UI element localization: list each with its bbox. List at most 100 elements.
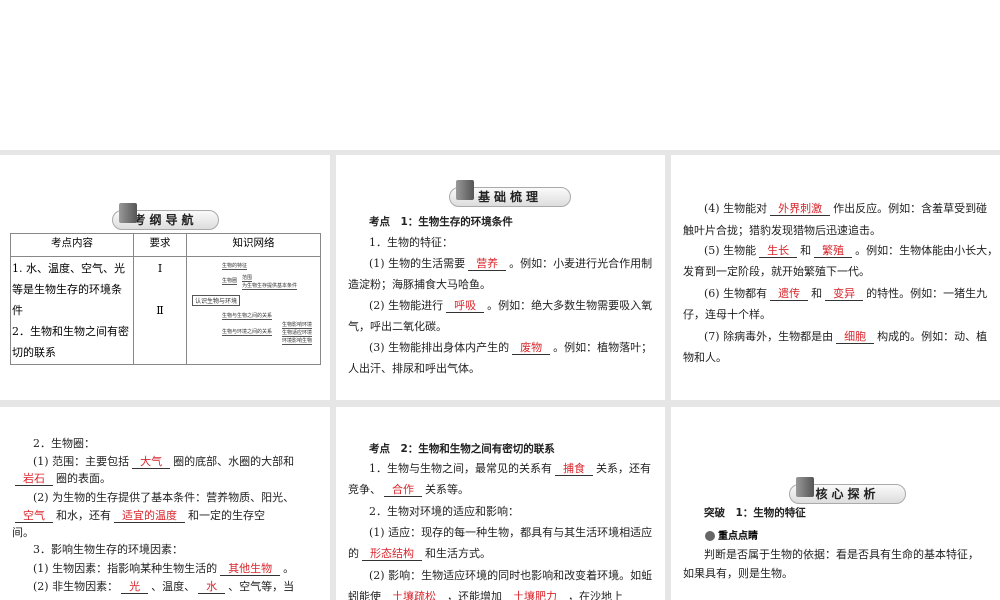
text-segment: 和 bbox=[800, 244, 812, 257]
text-segment: 的特性。例如：一猪生九 bbox=[866, 287, 988, 300]
text-segment: (6) 生物都有 bbox=[704, 287, 768, 300]
answer-blank: 废物 bbox=[512, 342, 551, 355]
text-line: 仔，连母十个样。 bbox=[683, 308, 771, 322]
text-line: 考点 1：生物生存的环境条件 bbox=[369, 215, 513, 229]
text-segment: 触叶片合拢；猎豹发现猎物后迅速追击。 bbox=[683, 224, 881, 237]
text-segment: 突破 1：生物的特征 bbox=[704, 507, 806, 519]
text-segment: 关系等。 bbox=[425, 483, 469, 496]
text-line: 1．生物的特征： bbox=[369, 236, 453, 250]
answer-blank: 光 bbox=[121, 581, 149, 594]
mm-node: 范围 bbox=[242, 275, 253, 282]
banner-core: 核心探析 bbox=[789, 477, 906, 504]
text-line: 气，呼出二氧化碳。 bbox=[348, 320, 447, 334]
answer-blank: 空气 bbox=[15, 510, 53, 523]
level-1: Ⅰ bbox=[157, 262, 163, 275]
tag-label: 重点点睛 bbox=[718, 531, 758, 542]
answer-blank: 土壤疏松 bbox=[384, 591, 444, 600]
banner-title: 核心探析 bbox=[815, 487, 880, 501]
text-segment: (1) 适应：现存的每一种生物，都具有与其生活环境相适应 bbox=[369, 526, 653, 539]
text-line: (1) 生物的生活需要 营养 。例如：小麦进行光合作用制 bbox=[369, 257, 652, 271]
text-segment: 竞争、 bbox=[348, 483, 381, 496]
banner-title: 基础梳理 bbox=[477, 190, 542, 204]
answer-blank: 捕食 bbox=[555, 463, 593, 476]
text-line: 造淀粉；海豚捕食大马哈鱼。 bbox=[348, 278, 491, 292]
text-line: (1) 生物因素：指影响某种生物生活的 其他生物。 bbox=[33, 562, 294, 576]
text-line: 如果具有，则是生物。 bbox=[683, 567, 793, 581]
outline-table: 考点内容 要求 知识网络 1. 水、温度、空气、光等是生物生存的环境条件 2．生物和生… bbox=[10, 233, 321, 365]
text-line: (2) 为生物的生存提供了基本条件：营养物质、阳光、 bbox=[33, 491, 294, 505]
text-segment: 。例如：绝大多数生物需要吸入氧 bbox=[487, 299, 653, 312]
th-level: 要求 bbox=[133, 233, 187, 257]
text-line: (6) 生物都有 遗传和变异 的特性。例如：一猪生九 bbox=[704, 287, 987, 301]
answer-blank: 适宜的温度 bbox=[114, 510, 185, 523]
th-network: 知识网络 bbox=[186, 233, 321, 257]
text-line: (2) 生物能进行 呼吸 。例如：绝大多数生物需要吸入氧 bbox=[369, 299, 652, 313]
text-line: 2．生物对环境的适应和影响： bbox=[369, 505, 519, 519]
text-segment: 2．生物圈： bbox=[33, 437, 95, 450]
text-segment: 造淀粉；海豚捕食大马哈鱼。 bbox=[348, 278, 491, 291]
text-segment: 圈的表面。 bbox=[56, 472, 111, 485]
panel-outline: 考纲导航 考点内容 要求 知识网络 1. 水、温度、空气、光等是生物生存的环境条件 2… bbox=[0, 155, 330, 400]
panel-basics-3: 2．生物圈： (1) 范围：主要包括 大气 圈的底部、水圈的大部和岩石 圈的表面。 (2)… bbox=[0, 407, 330, 600]
mm-root: 认识生物与环境 bbox=[192, 295, 241, 306]
text-line: (1) 范围：主要包括 大气 圈的底部、水圈的大部和 bbox=[33, 455, 294, 469]
panel-basics-2: (4) 生物能对 外界刺激 作出反应。例如：含羞草受到碰触叶片合拢；猎豹发现猎物后迅… bbox=[671, 155, 1000, 400]
text-segment: 气，呼出二氧化碳。 bbox=[348, 320, 447, 333]
mm-node: 生物圈 bbox=[222, 278, 238, 285]
text-segment: 和水，还有 bbox=[56, 509, 111, 522]
text-line: 2．生物圈： bbox=[33, 437, 95, 451]
text-segment: 考点 2：生物和生物之间有密切的联系 bbox=[369, 443, 555, 455]
text-line: 蚓能使 土壤疏松 ，还能增加 土壤肥力 ，在沙地上 bbox=[348, 590, 623, 600]
text-segment: 1．生物的特征： bbox=[369, 236, 453, 249]
text-line: (2) 非生物因素：光、温度、水、空气等，当 bbox=[33, 580, 294, 594]
text-line: (3) 生物能排出身体内产生的 废物 。例如：植物落叶； bbox=[369, 341, 652, 355]
text-segment: 作出反应。例如：含羞草受到碰 bbox=[833, 202, 988, 215]
th-content: 考点内容 bbox=[10, 233, 134, 257]
text-segment: 2．生物对环境的适应和影响： bbox=[369, 505, 519, 518]
text-segment: 。 bbox=[283, 562, 295, 575]
text-segment: 关系，还有 bbox=[596, 462, 651, 475]
content-1: 1. 水、温度、空气、光等是生物生存的环境条件 bbox=[12, 262, 125, 317]
text-segment: (5) 生物能 bbox=[704, 244, 757, 257]
text-segment: 判断是否属于生物的依据：看是否具有生命的基本特征， bbox=[704, 548, 979, 561]
text-segment: 3．影响生物生存的环境因素： bbox=[33, 543, 183, 556]
text-segment: (7) 除病毒外，生物都是由 bbox=[704, 330, 834, 343]
text-segment: 物和人。 bbox=[683, 351, 727, 364]
answer-blank: 合作 bbox=[384, 484, 422, 497]
answer-blank: 细胞 bbox=[836, 331, 875, 344]
text-segment: 和一定的生存空 bbox=[188, 509, 265, 522]
text-segment: 的 bbox=[348, 547, 359, 560]
mind-map: 认识生物与环境 生物的特征 生物圈 范围 为生物生存提供基本条件 生物与生物之间… bbox=[186, 256, 321, 365]
mm-node: 生物适应环境 bbox=[282, 330, 313, 337]
answer-blank: 变异 bbox=[825, 288, 864, 301]
text-line: 竞争、 合作 关系等。 bbox=[348, 483, 469, 497]
text-segment: 圈的底部、水圈的大部和 bbox=[173, 455, 295, 468]
text-line: 物和人。 bbox=[683, 351, 727, 365]
text-line: (1) 适应：现存的每一种生物，都具有与其生活环境相适应 bbox=[369, 526, 652, 540]
answer-blank: 形态结构 bbox=[362, 548, 422, 561]
text-segment: 。例如：植物落叶； bbox=[553, 341, 653, 354]
text-segment: (1) 生物因素：指影响某种生物生活的 bbox=[33, 562, 218, 575]
text-line: 岩石 圈的表面。 bbox=[12, 472, 111, 486]
text-line: (2) 影响：生物适应环境的同时也影响和改变着环境。如蚯 bbox=[369, 569, 652, 583]
text-line: (4) 生物能对 外界刺激 作出反应。例如：含羞草受到碰 bbox=[704, 202, 987, 216]
text-segment: 、空气等，当 bbox=[228, 580, 295, 593]
text-segment: 、温度、 bbox=[151, 580, 196, 593]
text-segment: ，还能增加 bbox=[447, 590, 502, 600]
banner-title: 考纲导航 bbox=[133, 213, 198, 227]
mm-node: 环境影响生物 bbox=[282, 338, 313, 345]
panel-basics-4: 考点 2：生物和生物之间有密切的联系 1．生物与生物之间，最常见的关系有 捕食 关系，… bbox=[336, 407, 665, 600]
text-segment: 发育到一定阶段，就开始繁殖下一代。 bbox=[683, 265, 870, 278]
panel-core: 核心探析 重点点睛 突破 1：生物的特征判断是否属于生物的依据：看是否具有生命的… bbox=[671, 407, 1000, 600]
text-segment: 如果具有，则是生物。 bbox=[683, 567, 793, 580]
bullet-icon bbox=[705, 531, 715, 541]
text-segment: 和生活方式。 bbox=[425, 547, 491, 560]
panel-basics-1: 基础梳理 考点 1：生物生存的环境条件 1．生物的特征： (1) 生物的生活需要 营养… bbox=[336, 155, 665, 400]
text-segment: (4) 生物能对 bbox=[704, 202, 768, 215]
top-blank-area bbox=[0, 0, 1000, 150]
text-segment: 考点 1：生物生存的环境条件 bbox=[369, 216, 513, 228]
answer-blank: 水 bbox=[198, 581, 226, 594]
answer-blank: 遗传 bbox=[770, 288, 809, 301]
text-segment: 间。 bbox=[12, 526, 34, 539]
text-line: 间。 bbox=[12, 526, 34, 540]
